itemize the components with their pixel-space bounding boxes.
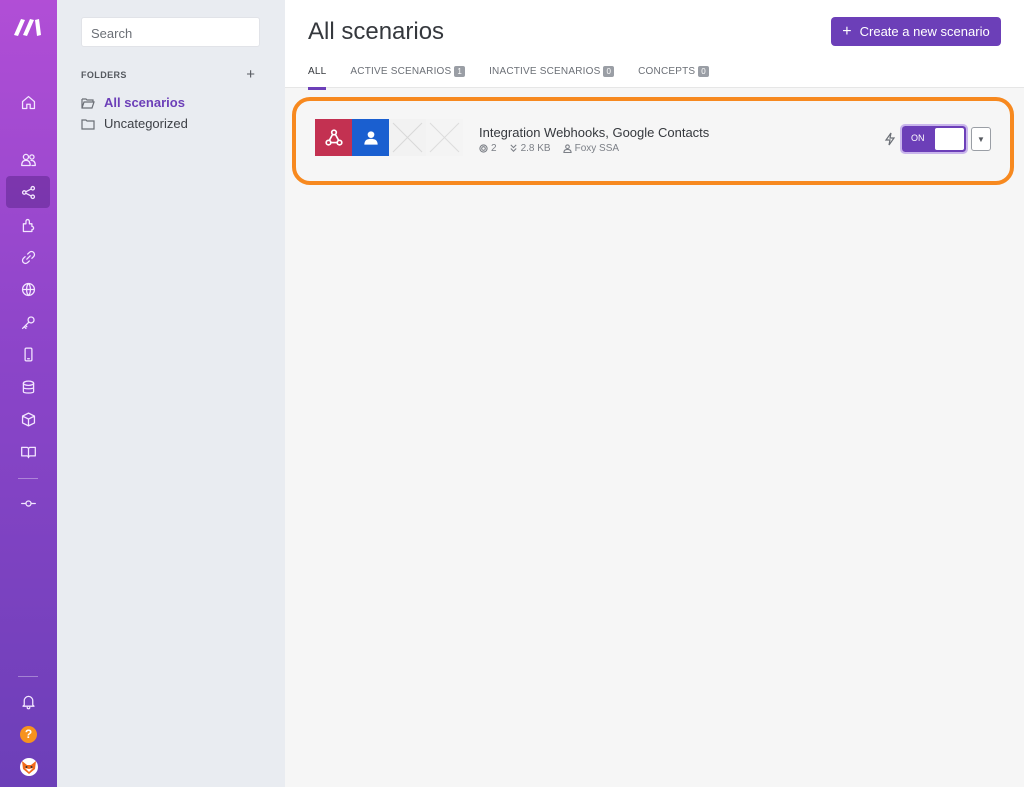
toggle-knob	[935, 128, 964, 150]
main-navigation-rail: ?	[0, 0, 57, 787]
tab-active-scenarios[interactable]: ACTIVE SCENARIOS 1	[350, 66, 466, 90]
operations-value: 2	[491, 143, 497, 154]
tab-label: ACTIVE SCENARIOS	[350, 66, 452, 77]
scenario-modules	[315, 119, 463, 156]
folders-label: FOLDERS	[81, 69, 127, 80]
devices-icon[interactable]	[0, 338, 57, 370]
apps-icon[interactable]	[0, 209, 57, 241]
tab-all[interactable]: ALL	[308, 66, 327, 90]
tab-count-badge: 0	[698, 66, 709, 77]
docs-icon[interactable]	[0, 436, 57, 468]
user-icon	[562, 144, 572, 153]
empty-module	[389, 119, 426, 156]
tab-concepts[interactable]: CONCEPTS 0	[638, 66, 709, 90]
scenario-on-off-toggle[interactable]: ON	[900, 124, 968, 154]
owner-value: Foxy SSA	[574, 143, 620, 154]
search-input[interactable]: Search	[81, 17, 260, 47]
tab-label: INACTIVE SCENARIOS	[489, 66, 601, 77]
commit-icon[interactable]	[0, 487, 57, 519]
user-menu[interactable]	[0, 751, 57, 783]
make-logo-icon[interactable]	[13, 17, 43, 37]
create-scenario-button[interactable]: + Create a new scenario	[831, 17, 1001, 46]
tab-label: CONCEPTS	[638, 66, 696, 77]
webhook-module	[315, 119, 352, 156]
google-contacts-module	[352, 119, 389, 156]
folder-item-all-scenarios[interactable]: All scenarios	[81, 95, 185, 110]
folders-panel: Search FOLDERS + All scenarios Uncategor…	[57, 0, 285, 787]
operations-count: 2	[479, 143, 497, 154]
toggle-label: ON	[911, 133, 925, 143]
main-content: All scenarios + Create a new scenario AL…	[285, 0, 1024, 787]
lightning-icon	[884, 132, 896, 146]
scenario-tabs: ALL ACTIVE SCENARIOS 1 INACTIVE SCENARIO…	[308, 66, 709, 90]
folder-open-icon	[81, 97, 95, 109]
data-size: 2.8 KB	[509, 143, 551, 154]
keys-icon[interactable]	[0, 306, 57, 338]
plus-icon: +	[842, 22, 852, 40]
help-icon: ?	[20, 725, 37, 743]
instant-trigger-indicator	[884, 132, 896, 151]
owner: Foxy SSA	[562, 143, 620, 154]
page-title: All scenarios	[308, 18, 445, 45]
page-header: All scenarios + Create a new scenario AL…	[285, 0, 1024, 90]
scenario-options-dropdown[interactable]: ▼	[971, 127, 991, 151]
folders-header: FOLDERS +	[81, 67, 255, 82]
scenario-name[interactable]: Integration Webhooks, Google Contacts	[479, 125, 709, 140]
datastructures-icon[interactable]	[0, 403, 57, 435]
scenarios-icon[interactable]	[6, 176, 50, 208]
datastores-icon[interactable]	[0, 371, 57, 403]
gear-icon	[479, 144, 488, 153]
rail-divider	[18, 676, 38, 677]
empty-slot-icon	[429, 122, 460, 153]
scenario-card[interactable]: Integration Webhooks, Google Contacts 2 …	[292, 97, 1014, 185]
folder-label: Uncategorized	[104, 116, 188, 131]
connections-icon[interactable]	[0, 241, 57, 273]
team-icon[interactable]	[0, 143, 57, 175]
help-button[interactable]: ?	[0, 718, 57, 750]
folder-item-uncategorized[interactable]: Uncategorized	[81, 116, 188, 131]
webhooks-icon[interactable]	[0, 273, 57, 305]
home-icon[interactable]	[0, 86, 57, 118]
size-value: 2.8 KB	[520, 143, 551, 154]
tab-count-badge: 1	[454, 66, 466, 77]
chevrons-down-icon	[509, 144, 517, 152]
folder-icon	[81, 118, 95, 130]
avatar-icon	[19, 758, 38, 776]
folder-label: All scenarios	[104, 95, 185, 110]
bell-icon[interactable]	[0, 685, 57, 717]
empty-module	[426, 119, 463, 156]
empty-slot-icon	[392, 122, 423, 153]
tab-count-badge: 0	[603, 66, 615, 77]
chevron-down-icon: ▼	[977, 134, 985, 144]
tab-inactive-scenarios[interactable]: INACTIVE SCENARIOS 0	[489, 66, 615, 90]
create-scenario-label: Create a new scenario	[859, 24, 990, 39]
tab-label: ALL	[308, 66, 327, 77]
contact-person-icon	[363, 130, 378, 145]
rail-divider	[18, 478, 38, 479]
webhook-icon	[324, 128, 343, 146]
scenario-meta: 2 2.8 KB Foxy SSA	[479, 143, 619, 154]
add-folder-button[interactable]: +	[246, 67, 255, 82]
